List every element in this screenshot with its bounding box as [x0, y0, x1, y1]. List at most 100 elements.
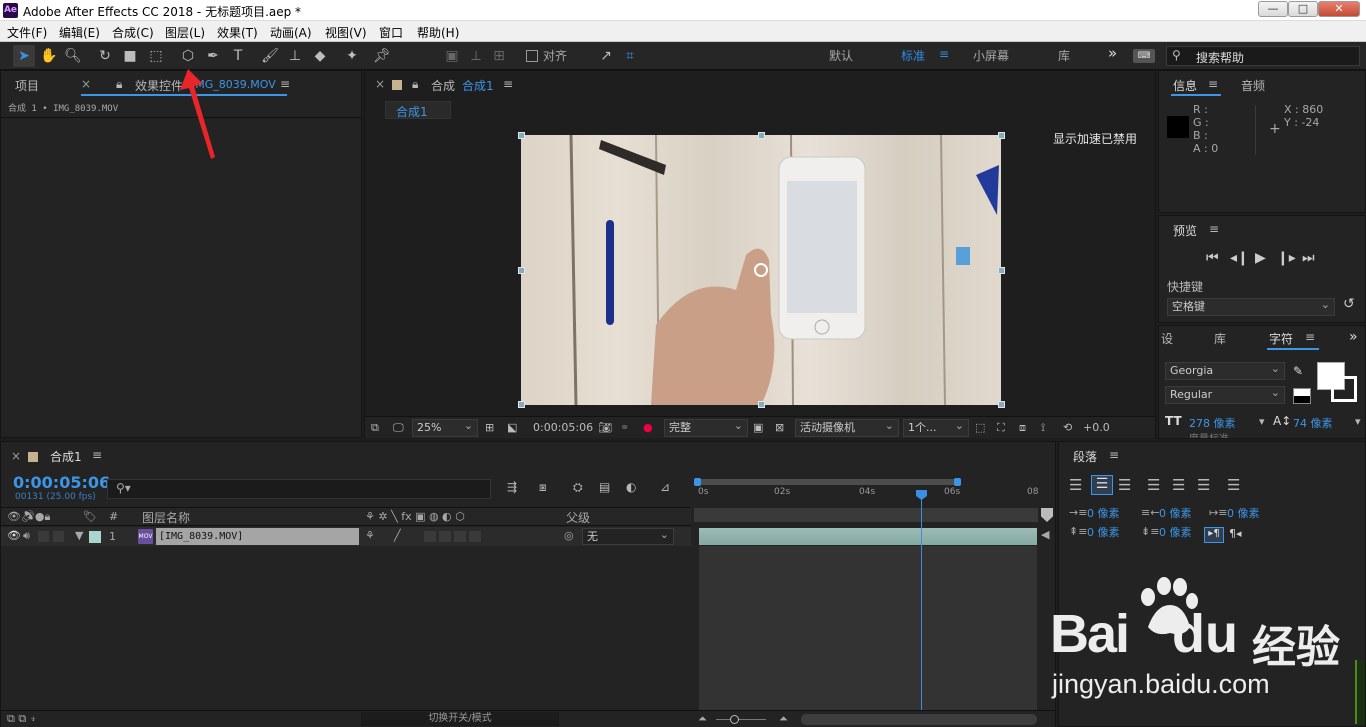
align-left-icon[interactable]: ☰	[1069, 476, 1082, 494]
toggle-switches-modes-button[interactable]: 切换开关/模式	[361, 712, 559, 726]
reset-shortcut-icon[interactable]: ↺	[1343, 296, 1355, 312]
more-workspaces-button[interactable]: »	[1108, 44, 1117, 62]
safe-zones-icon[interactable]: ⊞	[485, 417, 494, 439]
info-menu-icon[interactable]: ≡	[1208, 77, 1218, 91]
space-after-value[interactable]: 0 像素	[1159, 524, 1192, 540]
space-before-value[interactable]: 0 像素	[1087, 524, 1120, 540]
justify-all-icon[interactable]: ☰	[1227, 476, 1240, 494]
solo-toggle[interactable]	[38, 531, 49, 542]
first-frame-icon[interactable]: ⏮	[1206, 250, 1219, 266]
exposure-value[interactable]: +0.0	[1083, 417, 1110, 439]
align-center-icon[interactable]: ☰	[1091, 475, 1113, 495]
work-area-start-handle[interactable]	[694, 478, 701, 486]
local-axis-icon[interactable]: ▣	[441, 45, 463, 67]
transform-handle-tr[interactable]	[998, 132, 1005, 139]
minimize-button[interactable]: —	[1258, 1, 1288, 17]
timeline-navigator[interactable]	[694, 508, 1038, 522]
zoom-slider-thumb[interactable]	[730, 715, 739, 724]
justify-right-icon[interactable]: ☰	[1197, 476, 1210, 494]
reset-exposure-icon[interactable]: ⟲	[1063, 417, 1072, 439]
play-icon[interactable]: ▶	[1255, 250, 1266, 266]
comp-mini-flowchart-icon[interactable]: ⇶	[507, 480, 517, 494]
timeline-horizontal-scrollbar[interactable]	[801, 714, 1037, 725]
world-axis-icon[interactable]: ⟂	[465, 45, 487, 67]
motion-blur-icon[interactable]: ◐	[626, 480, 636, 494]
region-of-interest-icon[interactable]: ▣	[753, 417, 763, 439]
tab-character[interactable]: 字符	[1269, 330, 1293, 347]
transform-handle-br[interactable]	[998, 401, 1005, 408]
work-area-bar[interactable]	[697, 479, 957, 485]
resolution-dropdown[interactable]: 完整	[664, 418, 748, 437]
menu-animation[interactable]: 动画(A)	[270, 24, 312, 41]
always-preview-icon[interactable]: ⧉	[371, 417, 379, 439]
paragraph-menu-icon[interactable]: ≡	[1109, 448, 1119, 462]
stroke-color-swatch[interactable]	[1331, 376, 1357, 402]
next-frame-icon[interactable]: ❙▸	[1277, 250, 1296, 266]
layer-label-swatch[interactable]	[89, 531, 101, 543]
layer-duration-bar[interactable]	[699, 528, 1037, 545]
justify-left-icon[interactable]: ☰	[1147, 476, 1160, 494]
playhead-line[interactable]	[921, 490, 922, 712]
zoom-tool-icon[interactable]: 🔍︎	[62, 45, 84, 67]
show-snapshot-icon[interactable]: ⚭	[620, 417, 629, 439]
clone-stamp-tool-icon[interactable]: ⊥	[284, 45, 306, 67]
transform-handle-bl[interactable]	[518, 401, 525, 408]
roto-brush-tool-icon[interactable]: ✦	[341, 45, 363, 67]
preview-menu-icon[interactable]: ≡	[1209, 222, 1219, 236]
snapshot-icon[interactable]: 📷︎	[598, 417, 612, 439]
leading-value[interactable]: 74 像素	[1293, 415, 1333, 431]
keyboard-icon[interactable]: ⌨	[1133, 49, 1155, 63]
timeline-track-area[interactable]	[699, 546, 1037, 712]
comp-subtab[interactable]: 合成1	[385, 101, 451, 119]
column-layer-name[interactable]: 图层名称	[142, 509, 190, 526]
expand-layer-icon[interactable]: ▼	[75, 529, 83, 542]
menu-view[interactable]: 视图(V)	[325, 24, 367, 41]
snap-feature-icon[interactable]: ⌗	[619, 45, 641, 67]
selection-tool-icon[interactable]: ➤	[13, 45, 35, 67]
lock-comp-icon[interactable]: 🔒︎	[412, 77, 418, 92]
eraser-tool-icon[interactable]: ◆	[309, 45, 331, 67]
more-panels-button[interactable]: »	[1349, 329, 1358, 345]
fast-previews-icon[interactable]: ⛶	[997, 417, 1005, 439]
justify-center-icon[interactable]: ☰	[1172, 476, 1185, 494]
character-menu-icon[interactable]: ≡	[1305, 330, 1315, 344]
font-size-value[interactable]: 278 像素	[1189, 415, 1236, 431]
layer-switch-boxes[interactable]	[424, 531, 484, 542]
menu-help[interactable]: 帮助(H)	[417, 24, 459, 41]
zoom-dropdown[interactable]: 25%	[412, 418, 478, 437]
menu-effect[interactable]: 效果(T)	[217, 24, 258, 41]
transform-handle-b[interactable]	[758, 401, 765, 408]
pan-behind-tool-icon[interactable]: ⬚	[145, 45, 167, 67]
zoom-in-icon[interactable]: ⏶	[779, 712, 788, 726]
indent-first-value[interactable]: 0 像素	[1227, 505, 1260, 521]
ltr-direction-icon[interactable]: ▸¶	[1204, 527, 1224, 543]
maximize-button[interactable]: □	[1288, 1, 1318, 17]
viewer-timecode[interactable]: 0:00:05:06	[533, 417, 593, 439]
swatch-white-black-icon[interactable]	[1293, 388, 1311, 404]
snap-checkbox[interactable]	[526, 50, 538, 62]
layer-row[interactable]: 👁︎ 🔊︎ ▼ 1 MOV [IMG_8039.MOV] ⚘ ╱ ◎ 无	[1, 527, 691, 546]
views-dropdown[interactable]: 1个...	[903, 418, 969, 437]
parent-dropdown[interactable]: 无	[582, 527, 674, 545]
expand-panes-icons[interactable]: ⧉ ⧉ ⍖	[7, 712, 36, 726]
shy-switch-icon[interactable]: ⚘	[365, 529, 375, 542]
indent-left-value[interactable]: 0 像素	[1087, 505, 1120, 521]
brush-tool-icon[interactable]: 🖌︎	[259, 45, 281, 67]
timeline-menu-icon[interactable]: ≡	[92, 448, 102, 462]
tab-library[interactable]: 库	[1214, 330, 1226, 347]
rotate-tool-icon[interactable]: ↻	[94, 45, 116, 67]
column-parent[interactable]: 父级	[566, 509, 590, 526]
transform-handle-l[interactable]	[518, 267, 525, 274]
mask-visibility-icon[interactable]: ⬕	[507, 417, 517, 439]
panel-menu-icon[interactable]: ≡	[280, 77, 290, 91]
snap-option-icon[interactable]: ↗	[595, 45, 617, 67]
font-style-dropdown[interactable]: Regular	[1165, 385, 1285, 404]
comp-marker-icon[interactable]: ◀	[1041, 528, 1053, 545]
zoom-slider-track[interactable]	[716, 719, 766, 720]
eyedropper-icon[interactable]: ✎	[1293, 364, 1303, 378]
close-tab-icon[interactable]: ×	[81, 77, 91, 91]
transform-handle-r[interactable]	[998, 267, 1005, 274]
transparency-grid-icon[interactable]: ⊠	[775, 417, 784, 439]
font-size-dropdown-icon[interactable]: ▾	[1259, 415, 1265, 428]
lock-icon[interactable]: 🔒︎	[116, 77, 122, 92]
